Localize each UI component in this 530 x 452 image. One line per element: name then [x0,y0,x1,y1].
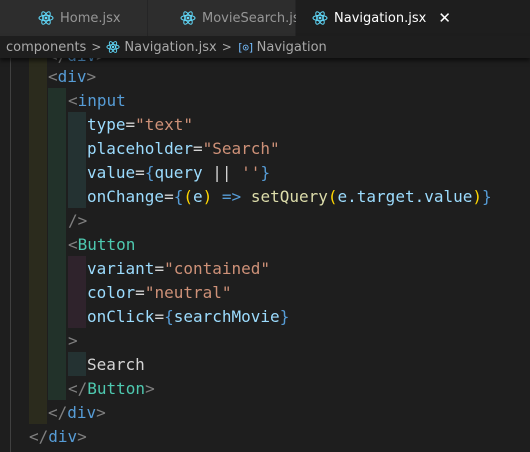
breadcrumb: components > Navigation.jsx > [⊙] Naviga… [0,36,530,58]
react-icon [180,11,196,25]
symbol-icon: [⊙] [236,40,255,54]
code-line: Search [87,355,145,374]
breadcrumb-symbol[interactable]: Navigation [257,40,327,55]
code-line: <div> [48,67,97,86]
code-line: variant="contained" [87,259,271,278]
code-line: </div> [48,403,106,422]
tab-bar: Home.jsx MovieSearch.jsx Navigation.jsx … [0,0,530,36]
indent-guide [68,256,86,328]
react-icon [38,11,54,25]
chevron-right-icon: > [221,40,232,54]
code-line: </div> [29,427,87,446]
code-line: <Button [68,235,136,254]
indent-guide [68,112,86,208]
code-line: <input [68,91,126,110]
code-line: value={query || ''} [87,163,271,182]
tab-moviesearch-jsx[interactable]: MovieSearch.jsx [148,0,307,36]
tab-label: Navigation.jsx [334,10,427,26]
code-line: type="text" [87,115,193,134]
code-line: > [68,331,78,350]
tab-label: Home.jsx [60,10,121,26]
code-line: onChange={(e) => setQuery(e.target.value… [87,187,492,206]
chevron-right-icon: > [91,40,102,54]
breadcrumb-folder[interactable]: components [6,40,86,55]
code-line: onClick={searchMovie} [87,307,290,326]
code-editor[interactable]: </div> <div> <input type="text" placehol… [0,58,530,452]
tab-home-jsx[interactable]: Home.jsx [0,0,148,36]
tab-label: MovieSearch.jsx [202,10,308,26]
react-icon [106,41,120,53]
breadcrumb-file[interactable]: Navigation.jsx [124,40,216,55]
code-line: placeholder="Search" [87,139,280,158]
code-line: /> [68,211,88,230]
code-line: color="neutral" [87,283,232,302]
close-icon[interactable]: ✕ [438,10,451,26]
indent-guide [10,58,11,452]
indent-guide [48,88,66,400]
indent-guide [29,58,47,424]
react-icon [312,11,328,25]
indent-guide [68,352,86,376]
code-line: </Button> [68,379,155,398]
tab-navigation-jsx[interactable]: Navigation.jsx ✕ [296,0,530,36]
